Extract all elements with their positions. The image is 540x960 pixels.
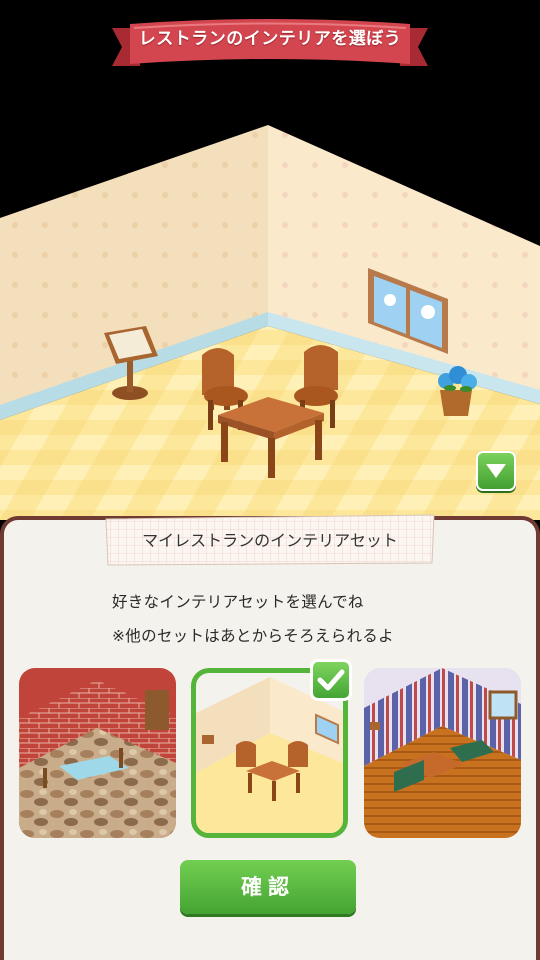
description-line-1: 好きなインテリアセットを選んでね	[112, 593, 364, 611]
interior-set-option-striped[interactable]	[364, 668, 521, 838]
confirm-button[interactable]: 確認	[180, 860, 356, 914]
chevron-down-icon	[486, 464, 506, 478]
selected-check-icon	[310, 659, 352, 701]
collapse-panel-button[interactable]	[476, 451, 516, 491]
panel-title: マイレストランのインテリアセット	[142, 531, 398, 550]
interior-set-option-stone[interactable]	[19, 668, 176, 838]
page-title: レストランのインテリアを選ぼう	[138, 29, 402, 49]
description-line-2: ※他のセットはあとからそろえられるよ	[112, 627, 394, 645]
